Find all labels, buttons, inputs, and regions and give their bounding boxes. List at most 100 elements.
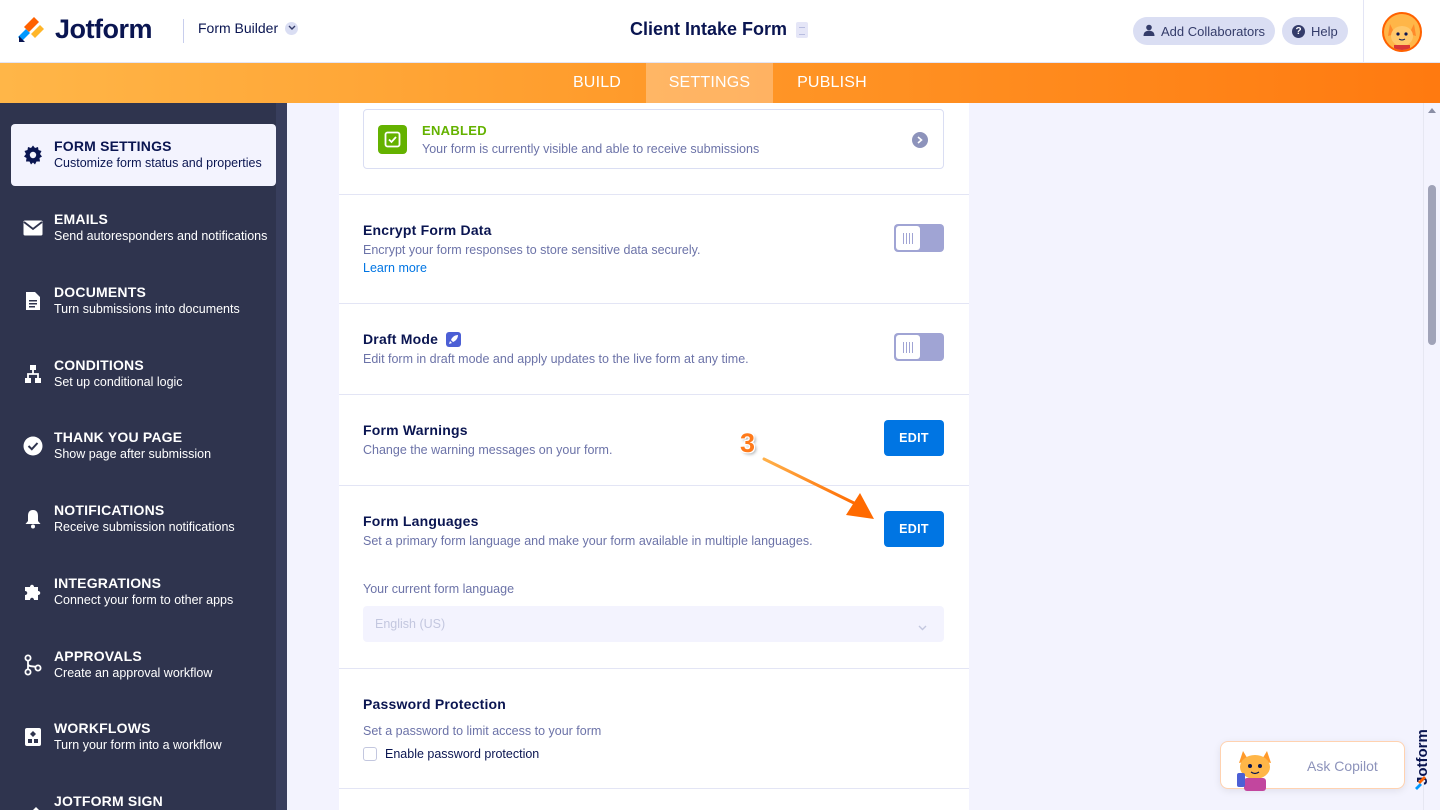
sign-icon [22,799,44,810]
help-button[interactable]: ? Help [1282,17,1348,45]
sidebar-item-subtitle: Customize form status and properties [54,156,262,170]
hierarchy-icon [22,363,44,385]
sidebar-item-subtitle: Turn submissions into documents [54,302,240,316]
sidebar-item-thank-you-page[interactable]: THANK YOU PAGE Show page after submissio… [11,415,276,477]
sidebar-item-title: FORM SETTINGS [54,138,172,154]
form-warnings-title: Form Warnings [363,422,468,438]
draft-mode-title-row: Draft Mode [363,331,462,347]
gear-icon [22,144,44,166]
sidebar-item-subtitle: Send autoresponders and notifications [54,229,268,243]
form-languages-title: Form Languages [363,513,479,529]
sidebar-item-documents[interactable]: DOCUMENTS Turn submissions into document… [11,270,276,332]
toggle-knob [896,226,920,250]
sidebar-item-title: THANK YOU PAGE [54,429,183,445]
form-languages-description: Set a primary form language and make you… [363,534,813,548]
header-divider-right [1363,0,1364,63]
sidebar-item-subtitle: Create an approval workflow [54,666,213,680]
password-protection-title: Password Protection [363,696,507,712]
form-builder-label: Form Builder [198,20,279,36]
sidebar-item-approvals[interactable]: APPROVALS Create an approval workflow [11,634,276,696]
document-icon [796,21,809,38]
sidebar-item-title: APPROVALS [54,648,142,664]
password-protection-description: Set a password to limit access to your f… [363,724,602,738]
svg-text:Jotform: Jotform [1414,729,1431,785]
draft-mode-title: Draft Mode [363,331,439,347]
encrypt-form-data-toggle[interactable] [894,224,944,252]
user-icon [1143,24,1155,39]
current-language-value: English (US) [375,617,446,631]
sidebar-item-title: WORKFLOWS [54,720,151,736]
form-builder-dropdown[interactable]: Form Builder [198,20,299,36]
enable-password-protection-label: Enable password protection [385,747,540,761]
jotform-logo-icon [16,15,46,45]
tab-publish[interactable]: PUBLISH [773,63,891,103]
settings-sidebar: FORM SETTINGS Customize form status and … [0,103,287,810]
form-status-card[interactable]: ENABLED Your form is currently visible a… [363,109,944,169]
form-enabled-icon [378,125,407,154]
sidebar-item-integrations[interactable]: INTEGRATIONS Connect your form to other … [11,561,276,623]
sidebar-item-notifications[interactable]: NOTIFICATIONS Receive submission notific… [11,488,276,550]
sidebar-item-title: JOTFORM SIGN [54,793,163,809]
builder-navbar: BUILD SETTINGS PUBLISH [0,63,1440,103]
form-warnings-description: Change the warning messages on your form… [363,443,613,457]
sidebar-item-conditions[interactable]: CONDITIONS Set up conditional logic [11,343,276,405]
current-language-select: English (US) [363,606,944,642]
section-divider [339,194,969,195]
section-divider [339,394,969,395]
jotform-logo[interactable]: Jotform [16,14,153,45]
learn-more-link[interactable]: Learn more [363,261,427,275]
tab-settings[interactable]: SETTINGS [646,63,773,103]
sidebar-item-jotform-sign[interactable]: JOTFORM SIGN [11,779,276,810]
sidebar-item-workflows[interactable]: WORKFLOWS Turn your form into a workflow [11,706,276,768]
chevron-right-icon [912,132,928,148]
sidebar-item-form-settings[interactable]: FORM SETTINGS Customize form status and … [11,124,276,186]
chevron-down-icon [918,618,927,636]
toggle-knob [896,335,920,359]
document-icon [22,290,44,312]
enable-password-protection-checkbox[interactable] [363,747,377,761]
form-title[interactable]: Client Intake Form [630,19,809,40]
jotform-vertical-logo-icon: Jotform [1411,690,1439,790]
scroll-up-arrow-icon[interactable] [1428,108,1436,113]
enable-password-protection-row[interactable]: Enable password protection [363,747,539,761]
add-collaborators-label: Add Collaborators [1161,23,1266,39]
rocket-icon [446,331,462,347]
sidebar-item-subtitle: Set up conditional logic [54,375,183,389]
draft-mode-toggle[interactable] [894,333,944,361]
section-divider [339,303,969,304]
form-title-text: Client Intake Form [630,19,788,39]
bell-icon [22,508,44,530]
logo-text: Jotform [55,14,153,44]
section-divider [339,668,969,669]
sidebar-scrollbar[interactable] [276,103,287,810]
sidebar-item-title: INTEGRATIONS [54,575,162,591]
header-divider [183,19,184,43]
annotation-arrow [762,457,874,519]
encrypt-form-data-description: Encrypt your form responses to store sen… [363,243,701,257]
ask-copilot-label: Ask Copilot [1307,758,1378,774]
sidebar-item-title: EMAILS [54,211,109,227]
form-status-description: Your form is currently visible and able … [422,142,760,156]
approval-flow-icon [22,654,44,676]
avatar[interactable] [1382,12,1422,52]
ask-copilot-button[interactable]: Ask Copilot [1220,741,1405,791]
workflow-icon [22,726,44,748]
add-collaborators-button[interactable]: Add Collaborators [1133,17,1276,45]
tab-build[interactable]: BUILD [548,63,646,103]
question-icon: ? [1292,24,1305,38]
scrollbar-thumb[interactable] [1428,185,1436,345]
form-languages-edit-button[interactable]: EDIT [884,511,944,547]
sidebar-item-subtitle: Connect your form to other apps [54,593,234,607]
top-header: Jotform Form Builder Client Intake Form … [0,0,1440,63]
form-status-title: ENABLED [422,123,487,138]
form-warnings-edit-button[interactable]: EDIT [884,420,944,456]
sidebar-item-title: DOCUMENTS [54,284,147,300]
puzzle-icon [22,581,44,603]
help-label: Help [1311,23,1338,39]
copilot-mascot-icon [1229,747,1279,791]
sidebar-item-title: NOTIFICATIONS [54,502,165,518]
sidebar-item-emails[interactable]: EMAILS Send autoresponders and notificat… [11,197,276,259]
sidebar-item-subtitle: Turn your form into a workflow [54,738,222,752]
current-language-label: Your current form language [363,582,515,596]
encrypt-form-data-title: Encrypt Form Data [363,222,492,238]
